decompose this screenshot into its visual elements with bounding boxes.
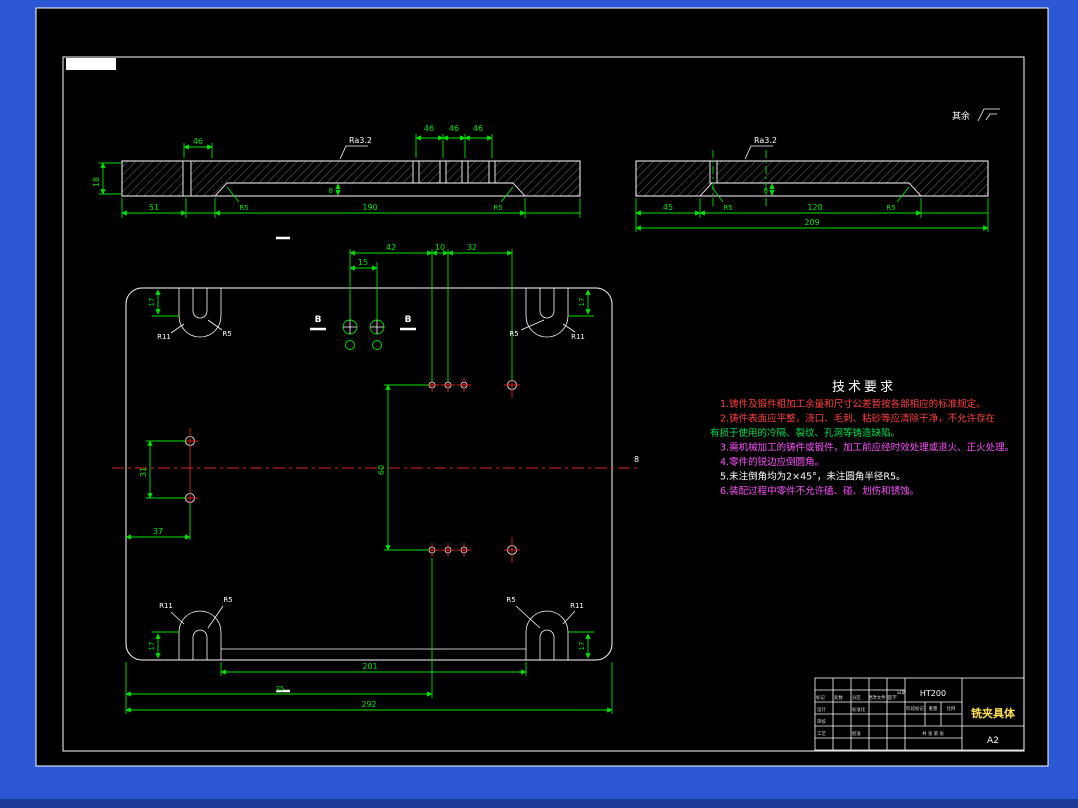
tb-label-craft: 工艺 [817, 731, 826, 737]
tech-requirement-line: 1.铸件及锻件粗加工余量和尺寸公差暂按各部相应的标准规定。 [720, 398, 986, 410]
dim-label: 10 [435, 243, 445, 252]
dim-label: 17 [148, 642, 156, 651]
tech-requirement-line: 6.装配过程中零件不允许磕、碰、划伤和锈蚀。 [720, 485, 919, 497]
dim-label: 15 [358, 258, 368, 267]
corner-strip [66, 58, 116, 70]
dim-label: 8 [329, 187, 333, 195]
dim-label: 209 [804, 218, 819, 227]
dim-label: 120 [807, 203, 822, 212]
tb-label-stage: 阶段标记 [906, 705, 924, 712]
tb-label-approve: 批准 [852, 730, 861, 737]
sheet-size: A2 [987, 736, 999, 746]
ra-label: Ra3.2 [754, 136, 777, 145]
surface-note-label: 其余 [952, 110, 970, 122]
dim-label: 18 [92, 177, 101, 187]
dim-label: 32 [467, 243, 477, 252]
cad-preview-window: 其余 Ra3.2 46 46 46 46 8 51 190 R5 R5 18 R… [0, 0, 1078, 808]
dim-label: 17 [578, 642, 586, 651]
dim-label: 46 [424, 124, 434, 133]
tech-requirement-line: 3.需机械加工的铸件或锻件，加工前应经时效处理或退火、正火处理。 [720, 442, 1014, 454]
tech-requirement-line: 2.铸件表面应平整，浇口、毛刺、粘砂等应清除干净，不允许存在 [720, 413, 995, 425]
tb-label-design: 设计 [817, 706, 826, 713]
part-name: 铣夹具体 [971, 706, 1016, 720]
radius-label: R5 [509, 330, 518, 338]
tech-requirement-line: 5.未注倒角均为2×45°，未注圆角半径R5。 [720, 471, 906, 483]
dim-label: 42 [386, 243, 396, 252]
dim-label: 46 [449, 124, 459, 133]
dim-label: 17 [148, 298, 156, 307]
tb-label-check: 审核 [817, 718, 826, 725]
dim-label: 190 [362, 203, 377, 212]
tech-requirements-title: 技术要求 [832, 380, 896, 395]
tb-label-date: 日期 [897, 690, 906, 696]
radius-label: R11 [159, 602, 173, 610]
tb-label-qty: 处数 [834, 694, 843, 701]
viewer-bottom-strip [0, 799, 1078, 808]
tb-label-zone: 分区 [852, 694, 861, 701]
tech-requirement-line: 有损于使用的冷隔、裂纹、孔洞等铸造缺陷。 [710, 427, 900, 439]
dim-label: 292 [361, 700, 376, 709]
radius-label: R11 [571, 333, 585, 341]
dim-label: 25 [276, 685, 285, 693]
material-label: HT200 [920, 689, 946, 698]
tb-label-scale: 比例 [947, 705, 956, 712]
dim-label: 37 [153, 527, 163, 536]
radius-label: R11 [570, 602, 584, 610]
tb-label-weight: 重量 [929, 705, 938, 712]
section-letter: B [315, 315, 322, 325]
fillet-label: R5 [886, 204, 895, 212]
ra-label: Ra3.2 [349, 136, 372, 145]
tb-label-mark: 标记 [816, 694, 825, 701]
fillet-label: R5 [723, 204, 732, 212]
tb-label-standard: 标准化 [852, 706, 866, 713]
dim-label: 45 [663, 203, 673, 212]
radius-label: R5 [223, 596, 232, 604]
tb-label-sheets: 共 张 第 张 [922, 730, 944, 737]
hole-size-label: 8 [634, 455, 639, 464]
sheet-frame [35, 7, 1049, 767]
radius-label: R5 [222, 330, 231, 338]
dim-label: 51 [149, 203, 159, 212]
cad-drawing: 其余 Ra3.2 46 46 46 46 8 51 190 R5 R5 18 R… [0, 7, 1078, 808]
tb-label-sign: 签字 [888, 694, 897, 701]
dim-label: 60 [377, 465, 386, 475]
fillet-label: R5 [493, 204, 502, 212]
tech-requirement-line: 4.零件的锐边应倒圆角。 [720, 456, 824, 468]
dim-label: 31 [139, 467, 148, 477]
radius-label: R11 [157, 333, 171, 341]
dim-label: 17 [578, 298, 586, 307]
radius-label: R5 [506, 596, 515, 604]
dim-label: 8 [764, 187, 768, 195]
dim-label: 46 [473, 124, 483, 133]
fillet-label: R5 [239, 204, 248, 212]
section-letter: B [405, 315, 412, 325]
dim-label: 201 [362, 662, 377, 671]
dim-label: 46 [193, 137, 203, 146]
